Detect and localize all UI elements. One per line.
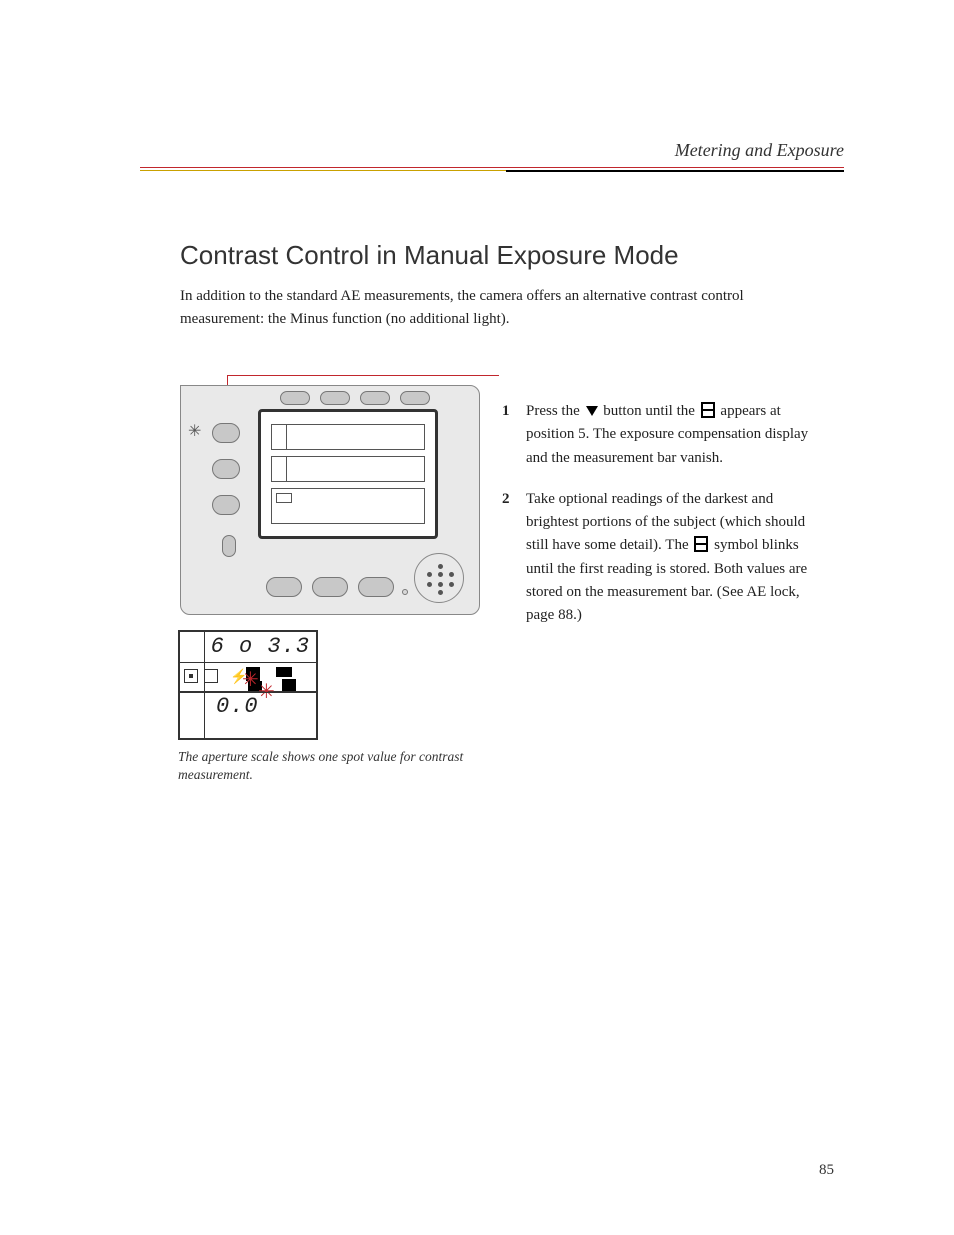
side-button-1 xyxy=(212,423,240,443)
side-button-2 xyxy=(212,459,240,479)
speaker-grille xyxy=(414,553,464,603)
page-header: Metering and Exposure xyxy=(140,140,844,177)
detail-bottom-reading: 0.0 xyxy=(216,694,259,719)
step1-mid: button until the xyxy=(600,403,699,419)
section-intro: In addition to the standard AE measureme… xyxy=(180,285,824,332)
lcd-screen xyxy=(258,409,438,539)
instruction-steps: 1 Press the button until the appears at … xyxy=(502,400,824,645)
lcd-detail-diagram: 6 o 3.3 ⚡ ✳ ✳ 0.0 xyxy=(178,630,318,740)
page-number: 85 xyxy=(819,1162,834,1179)
callout-line xyxy=(227,375,499,376)
step-number: 1 xyxy=(502,400,516,470)
step-number: 2 xyxy=(502,488,516,628)
step1-pre: Press the xyxy=(526,403,584,419)
minus-bracket-icon xyxy=(694,536,708,552)
side-small-button xyxy=(222,535,236,557)
down-triangle-icon xyxy=(586,406,598,416)
side-button-3-highlighted xyxy=(212,495,240,515)
step-2: 2 Take optional readings of the darkest … xyxy=(502,488,824,628)
figure-caption: The aperture scale shows one spot value … xyxy=(178,748,478,784)
header-title: Metering and Exposure xyxy=(140,140,844,161)
detail-top-reading: 6 o 3.3 xyxy=(211,634,310,659)
asterisk-mark: ✳ xyxy=(188,421,201,441)
header-rules xyxy=(140,167,844,177)
minus-bracket-icon xyxy=(701,402,715,418)
control-panel-diagram: ✳ xyxy=(180,385,480,615)
step-1: 1 Press the button until the appears at … xyxy=(502,400,824,470)
section-title: Contrast Control in Manual Exposure Mode xyxy=(180,240,679,271)
